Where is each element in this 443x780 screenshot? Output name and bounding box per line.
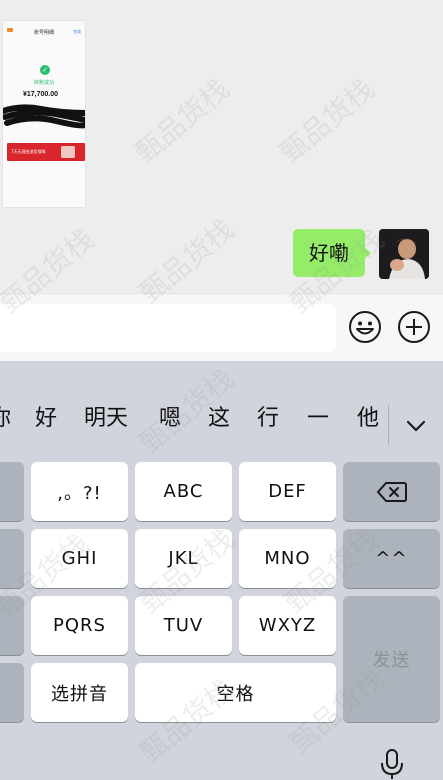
candidate-5[interactable]: 行 <box>257 400 279 432</box>
avatar[interactable] <box>379 229 429 279</box>
key-mno-label: MNO <box>264 548 311 569</box>
redaction-scribble <box>3 104 85 129</box>
message-input[interactable] <box>0 304 336 352</box>
avatar-photo <box>379 229 429 279</box>
key-abc-label: ABC <box>163 481 204 502</box>
key-tuv[interactable]: TUV <box>135 596 232 655</box>
image-link: 完成 <box>73 29 81 34</box>
bubble-tail <box>364 247 371 259</box>
key-punctuation-label: ,。?! <box>57 482 102 504</box>
candidate-3[interactable]: 嗯 <box>159 400 181 432</box>
key-emoticon[interactable]: ^^ <box>343 529 440 588</box>
space-bar-label: 空格 <box>216 683 255 705</box>
key-punctuation[interactable]: ,。?! <box>31 462 128 521</box>
candidate-0[interactable]: 你 <box>0 400 11 432</box>
plus-circle-icon[interactable] <box>397 310 431 344</box>
microphone-icon[interactable] <box>379 748 405 780</box>
key-wxyz-label: WXYZ <box>258 615 317 636</box>
backspace-icon <box>376 481 407 502</box>
key-wxyz[interactable]: WXYZ <box>239 596 336 655</box>
promo-banner: 7天无理由退货保障 <box>7 143 85 161</box>
candidate-7[interactable]: 他 <box>357 400 379 432</box>
left-key-1[interactable] <box>0 462 24 521</box>
key-pqrs[interactable]: PQRS <box>31 596 128 655</box>
send-button[interactable]: 发送 <box>343 596 440 722</box>
key-select-pinyin[interactable]: 选拼音 <box>31 663 128 722</box>
space-bar[interactable]: 空格 <box>135 663 336 722</box>
banner-text: 7天无理由退货保障 <box>11 149 46 154</box>
candidate-4[interactable]: 这 <box>208 400 230 432</box>
candidate-divider <box>388 405 389 445</box>
image-amount: ¥17,700.00 <box>23 91 59 98</box>
left-key-4[interactable] <box>0 663 24 722</box>
key-mno[interactable]: MNO <box>239 529 336 588</box>
chevron-down-icon[interactable] <box>400 410 432 442</box>
chat-area: 账号明细 完成 ✓ 转账成功 ¥17,700.00 7天无理由退货保障 好嘞 <box>0 0 443 293</box>
key-def-label: DEF <box>268 481 307 502</box>
candidate-6[interactable]: 一 <box>307 400 329 432</box>
key-pqrs-label: PQRS <box>53 615 106 636</box>
key-emoticon-label: ^^ <box>375 548 408 569</box>
left-key-3[interactable] <box>0 596 24 655</box>
candidate-2[interactable]: 明天 <box>84 400 128 432</box>
image-status: 转账成功 <box>33 80 54 86</box>
key-ghi-label: GHI <box>61 548 98 569</box>
key-def[interactable]: DEF <box>239 462 336 521</box>
key-select-pinyin-label: 选拼音 <box>51 683 108 705</box>
candidate-1[interactable]: 好 <box>35 400 57 432</box>
key-jkl-label: JKL <box>168 548 199 569</box>
key-ghi[interactable]: GHI <box>31 529 128 588</box>
image-message[interactable]: 账号明细 完成 ✓ 转账成功 ¥17,700.00 7天无理由退货保障 <box>2 20 86 208</box>
send-button-label: 发送 <box>372 650 411 671</box>
smiley-face-icon[interactable] <box>348 310 382 344</box>
banner-product-image <box>61 146 75 158</box>
key-jkl[interactable]: JKL <box>135 529 232 588</box>
check-icon: ✓ <box>40 65 50 75</box>
sent-message-bubble[interactable]: 好嘞 <box>293 229 365 277</box>
delete-button[interactable] <box>343 462 440 521</box>
key-abc[interactable]: ABC <box>135 462 232 521</box>
key-tuv-label: TUV <box>163 615 204 636</box>
left-key-2[interactable] <box>0 529 24 588</box>
